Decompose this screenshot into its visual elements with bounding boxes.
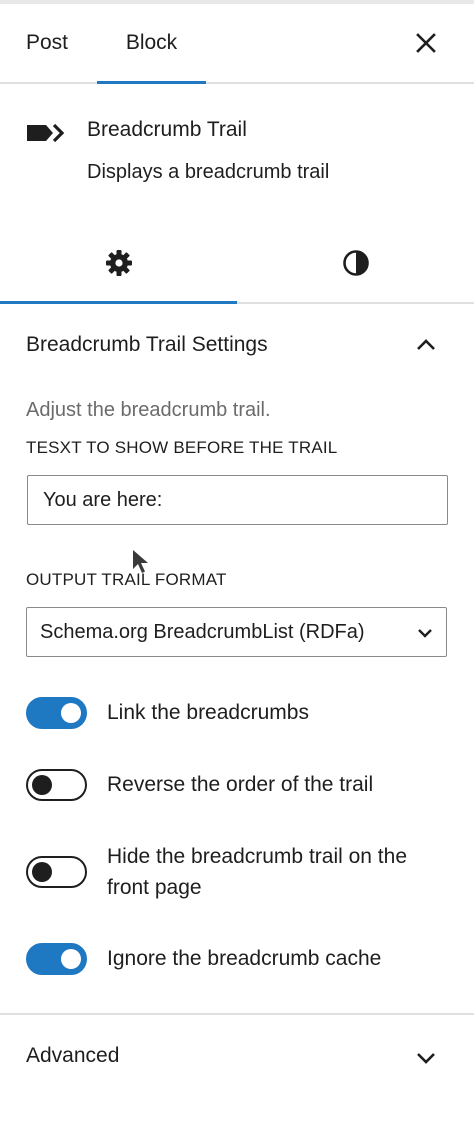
- mouse-cursor-icon: [133, 550, 148, 573]
- gear-icon: [105, 250, 132, 276]
- hide-front-page-toggle[interactable]: [26, 856, 87, 888]
- close-icon: [416, 33, 436, 53]
- output-format-label: OUTPUT TRAIL FORMAT: [26, 570, 227, 589]
- toggle-knob: [32, 862, 52, 882]
- output-format-select[interactable]: Schema.org BreadcrumbList (RDFa): [26, 607, 447, 657]
- inspector-tabs: [0, 224, 474, 304]
- tab-settings[interactable]: [0, 224, 237, 304]
- chevron-up-icon: [417, 339, 435, 350]
- tab-styles[interactable]: [237, 224, 474, 302]
- tab-post[interactable]: Post: [26, 4, 68, 82]
- toggle-knob: [61, 703, 81, 723]
- link-breadcrumbs-toggle[interactable]: [26, 697, 87, 729]
- panel-title: Breadcrumb Trail Settings: [26, 333, 268, 356]
- ignore-cache-toggle[interactable]: [26, 943, 87, 975]
- close-button[interactable]: [408, 25, 444, 61]
- ignore-cache-label: Ignore the breadcrumb cache: [107, 947, 382, 970]
- sidebar-header: Post Block: [0, 4, 474, 84]
- chevron-down-icon: [417, 1053, 435, 1064]
- output-format-value: Schema.org BreadcrumbList (RDFa): [40, 621, 365, 643]
- panel-toggle-advanced[interactable]: Advanced: [0, 1015, 474, 1095]
- reverse-order-toggle[interactable]: [26, 769, 87, 801]
- block-description: Displays a breadcrumb trail: [87, 161, 330, 183]
- advanced-title: Advanced: [26, 1044, 120, 1067]
- before-trail-label: TESXT TO SHOW BEFORE THE TRAIL: [26, 438, 338, 457]
- half-circle-contrast-icon: [342, 250, 369, 276]
- before-trail-input[interactable]: [27, 475, 448, 525]
- breadcrumb-arrows-icon: [27, 123, 65, 143]
- reverse-order-label: Reverse the order of the trail: [107, 773, 374, 796]
- block-card: Breadcrumb Trail Displays a breadcrumb t…: [0, 84, 474, 224]
- panel-toggle-breadcrumb-settings[interactable]: Breadcrumb Trail Settings: [0, 304, 474, 384]
- link-breadcrumbs-label: Link the breadcrumbs: [107, 701, 309, 724]
- block-title: Breadcrumb Trail: [87, 118, 247, 141]
- panel-description: Adjust the breadcrumb trail.: [26, 399, 271, 421]
- hide-front-page-label: Hide the breadcrumb trail on the front p…: [107, 845, 407, 899]
- toggle-knob: [61, 949, 81, 969]
- tab-block[interactable]: Block: [97, 4, 206, 84]
- chevron-down-icon: [418, 629, 432, 638]
- toggle-knob: [32, 775, 52, 795]
